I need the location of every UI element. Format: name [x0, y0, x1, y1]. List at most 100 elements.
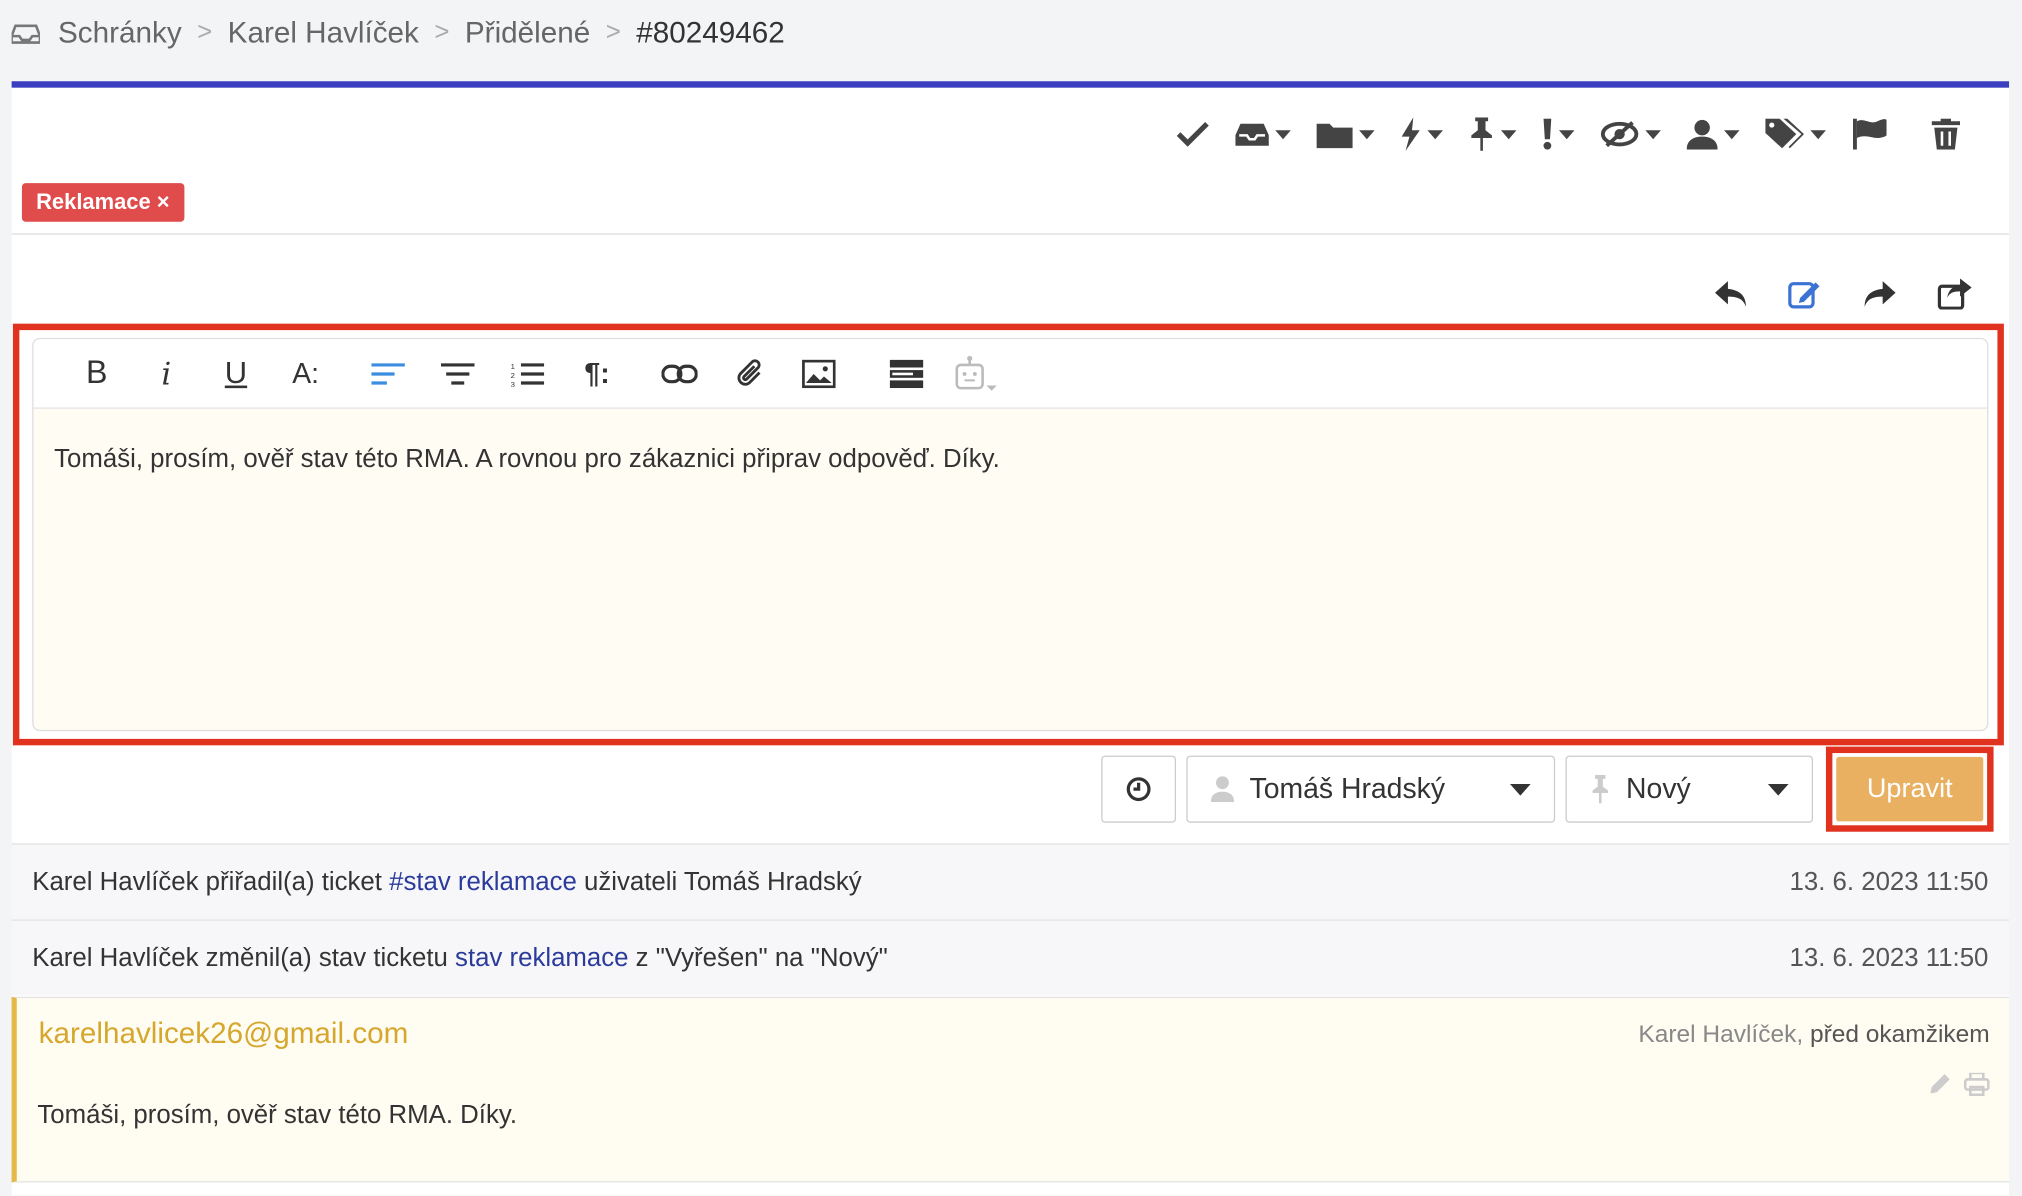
move-inbox-button[interactable]	[1235, 116, 1291, 152]
note-sender[interactable]: karelhavlicek26@gmail.com	[39, 1016, 409, 1051]
folder-icon	[1316, 123, 1353, 149]
delete-button[interactable]	[1931, 116, 1961, 152]
tag-badge[interactable]: Reklamace ×	[21, 183, 184, 222]
check-icon	[1176, 121, 1209, 147]
assignee-select[interactable]: Tomáš Hradský	[1186, 755, 1556, 823]
note-time: před okamžikem	[1809, 1021, 1990, 1049]
reply-controls: Tomáš Hradský Nový Upravit	[1101, 746, 1994, 832]
clock-icon	[1126, 777, 1151, 802]
chevron-down-icon	[1427, 129, 1443, 139]
assignee-value: Tomáš Hradský	[1249, 772, 1446, 805]
note-meta: Karel Havlíček, před okamžikem	[1638, 1021, 1989, 1049]
eye-slash-icon	[1600, 121, 1639, 148]
priority-button[interactable]	[1542, 116, 1575, 152]
editor-toolbar: B i U A: 123 ¶:	[33, 339, 1988, 409]
breadcrumb-item-assigned[interactable]: Přidělené	[465, 15, 590, 50]
chevron-down-icon	[1810, 129, 1826, 139]
breadcrumb: Schránky > Karel Havlíček > Přidělené > …	[11, 15, 785, 50]
underline-button[interactable]: U	[201, 348, 271, 400]
tags-icon	[1765, 118, 1805, 149]
divider	[11, 233, 2010, 235]
event-row: Karel Havlíček přiřadil(a) ticket #stav …	[11, 843, 2010, 920]
event-text: Karel Havlíček změnil(a) stav ticketu st…	[32, 943, 888, 972]
print-icon[interactable]	[1963, 1072, 1990, 1097]
bold-button[interactable]: B	[62, 348, 132, 400]
flag-icon	[1853, 118, 1887, 150]
align-left-icon	[371, 362, 405, 384]
edit-note-icon[interactable]	[1787, 279, 1823, 310]
chevron-down-icon	[1500, 129, 1517, 139]
italic-button[interactable]: i	[132, 348, 202, 400]
chevron-down-icon	[1767, 783, 1789, 795]
pin-icon	[1592, 774, 1609, 804]
event-text: Karel Havlíček přiřadil(a) ticket #stav …	[32, 867, 862, 896]
pin-button[interactable]	[1469, 116, 1517, 152]
trash-icon	[1931, 118, 1961, 150]
align-center-icon	[441, 362, 475, 384]
link-icon	[661, 363, 698, 383]
align-center-button[interactable]	[423, 348, 493, 400]
event-row: Karel Havlíček změnil(a) stav ticketu st…	[11, 919, 2010, 996]
editor-content[interactable]: Tomáši, prosím, ověř stav této RMA. A ro…	[34, 409, 1988, 511]
svg-text:2: 2	[511, 370, 515, 379]
bolt-icon	[1401, 117, 1420, 151]
resolve-button[interactable]	[1176, 116, 1210, 152]
assign-user-button[interactable]	[1686, 116, 1740, 152]
numbered-list-icon: 123	[511, 361, 545, 386]
note-actions	[1928, 1072, 1990, 1097]
bot-button[interactable]	[941, 348, 1011, 400]
ticket-link[interactable]: #stav reklamace	[389, 867, 577, 895]
chevron-down-icon	[1359, 129, 1375, 139]
svg-text:1: 1	[511, 361, 515, 370]
automation-button[interactable]	[1400, 116, 1443, 152]
reply-icon[interactable]	[1712, 279, 1748, 310]
ticket-toolbar	[1176, 116, 1961, 152]
status-select[interactable]: Nový	[1565, 755, 1814, 823]
tags-button[interactable]	[1765, 116, 1826, 152]
flag-button[interactable]	[1852, 116, 1888, 152]
chevron-down-icon	[1510, 783, 1531, 795]
image-button[interactable]	[784, 348, 854, 400]
breadcrumb-separator: >	[434, 18, 450, 47]
reply-actions	[1712, 278, 1973, 310]
template-icon	[889, 359, 924, 388]
chevron-down-icon	[1724, 129, 1740, 139]
internal-note: karelhavlicek26@gmail.com Karel Havlíček…	[11, 996, 2010, 1183]
pin-icon	[1471, 117, 1492, 151]
note-author: Karel Havlíček,	[1638, 1021, 1804, 1049]
breadcrumb-item-ticket: #80249462	[636, 15, 785, 50]
user-icon	[1686, 119, 1718, 150]
paragraph-button[interactable]: ¶:	[562, 348, 632, 400]
chevron-down-icon	[1275, 129, 1291, 139]
schedule-button[interactable]	[1101, 755, 1177, 823]
editor-highlight: B i U A: 123 ¶: Tomáši, prosím, ověř sta…	[12, 323, 2004, 746]
ticket-link[interactable]: stav reklamace	[455, 943, 628, 971]
share-icon[interactable]	[1937, 278, 1973, 310]
align-left-button[interactable]	[353, 348, 423, 400]
exclamation-icon	[1543, 118, 1552, 150]
folder-button[interactable]	[1316, 116, 1375, 152]
chevron-down-icon	[1559, 129, 1575, 139]
save-highlight: Upravit	[1825, 746, 1994, 832]
breadcrumb-item-boxes[interactable]: Schránky	[58, 15, 182, 50]
save-button[interactable]: Upravit	[1836, 756, 1984, 822]
bot-icon	[955, 355, 997, 391]
breadcrumb-separator: >	[605, 18, 621, 47]
breadcrumb-item-user[interactable]: Karel Havlíček	[228, 15, 419, 50]
note-body: Tomáši, prosím, ověř stav této RMA. Díky…	[37, 1101, 518, 1130]
inbox-icon	[1235, 123, 1269, 146]
link-button[interactable]	[645, 348, 715, 400]
visibility-button[interactable]	[1600, 116, 1661, 152]
font-size-button[interactable]: A:	[271, 348, 341, 400]
reply-editor: B i U A: 123 ¶: Tomáši, prosím, ověř sta…	[32, 337, 1989, 732]
inbox-icon	[11, 23, 40, 44]
event-time: 13. 6. 2023 11:50	[1789, 943, 1989, 972]
template-button[interactable]	[872, 348, 942, 400]
event-time: 13. 6. 2023 11:50	[1789, 867, 1989, 896]
numbered-list-button[interactable]: 123	[493, 348, 563, 400]
pencil-icon[interactable]	[1928, 1073, 1951, 1096]
user-icon	[1210, 776, 1235, 803]
svg-text:3: 3	[511, 379, 515, 386]
attachment-button[interactable]	[714, 348, 784, 400]
forward-icon[interactable]	[1862, 279, 1898, 310]
